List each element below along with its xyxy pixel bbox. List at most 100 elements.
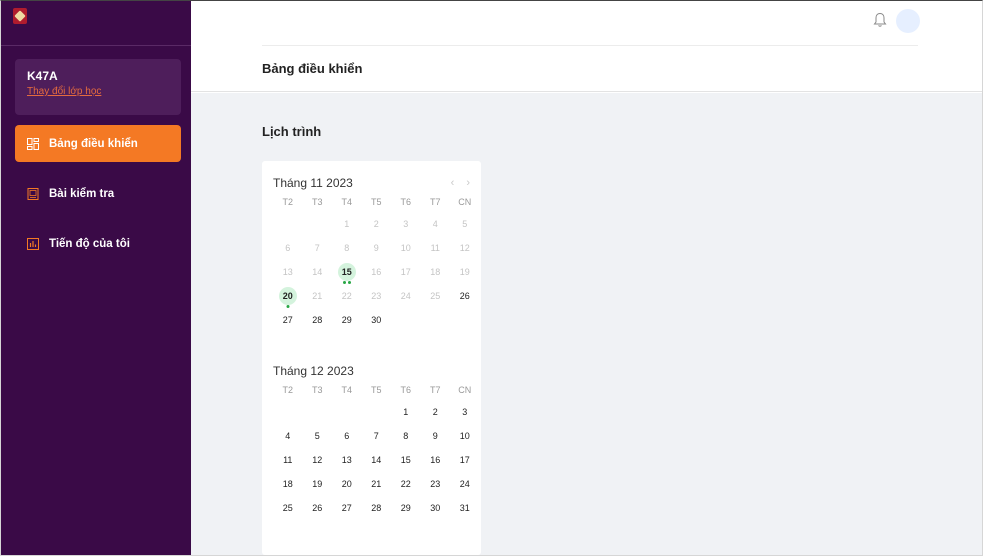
calendar-day[interactable]: 4 <box>421 212 451 236</box>
calendar-day[interactable]: 5 <box>450 212 480 236</box>
calendar-day[interactable]: 24 <box>391 284 421 308</box>
calendar-day[interactable]: 20 <box>273 284 303 308</box>
calendar-day[interactable]: 4 <box>273 424 303 448</box>
calendar-weekday: T4 <box>341 197 352 207</box>
calendar-day[interactable]: 25 <box>273 496 303 520</box>
calendar-day[interactable]: 15 <box>332 260 362 284</box>
schedule-calendar: Tháng 11 2023 ‹ › T2 T3 T4 T5 T6 T7 CN 1 2 3 4 5 6 7 8 9 10… <box>262 161 481 555</box>
sidebar-item-label: Bài kiểm tra <box>49 187 115 200</box>
calendar-day[interactable]: 9 <box>421 424 451 448</box>
calendar-day-number: 5 <box>314 431 320 441</box>
calendar-day[interactable]: 27 <box>332 496 362 520</box>
calendar-day[interactable]: 7 <box>303 236 333 260</box>
calendar-day[interactable]: 13 <box>273 260 303 284</box>
calendar-day[interactable]: 11 <box>273 448 303 472</box>
calendar-day[interactable]: 25 <box>421 284 451 308</box>
calendar-day[interactable]: 28 <box>303 308 333 332</box>
calendar-day-number: 6 <box>285 243 291 253</box>
calendar-day-number: 4 <box>285 431 291 441</box>
calendar-day[interactable]: 23 <box>421 472 451 496</box>
calendar-day-number: 19 <box>459 267 470 277</box>
calendar-empty-cell <box>303 212 333 236</box>
app-logo[interactable] <box>13 8 27 24</box>
calendar-day[interactable]: 18 <box>273 472 303 496</box>
calendar-day[interactable]: 6 <box>273 236 303 260</box>
calendar-day-number: 26 <box>459 291 470 301</box>
calendar-day[interactable]: 1 <box>332 212 362 236</box>
sidebar-item-progress[interactable]: Tiến độ của tôi <box>15 225 181 262</box>
calendar-day-number <box>279 215 297 233</box>
calendar-day[interactable]: 19 <box>450 260 480 284</box>
calendar-day[interactable]: 10 <box>391 236 421 260</box>
calendar-day[interactable]: 31 <box>450 496 480 520</box>
calendar-day-number: 30 <box>430 503 441 513</box>
calendar-day[interactable]: 29 <box>391 496 421 520</box>
calendar-grid: T2 T3 T4 T5 T6 T7 CN 1 2 3 4 5 6 7 8 9 10 11 12 13 14 15 16 17 1… <box>273 192 471 332</box>
calendar-day-number: 24 <box>400 291 411 301</box>
calendar-day[interactable]: 24 <box>450 472 480 496</box>
calendar-day[interactable]: 18 <box>421 260 451 284</box>
main-content: Lịch trình Tháng 11 2023 ‹ › T2 T3 T4 T5 T6 T7 CN… <box>191 93 982 555</box>
calendar-day[interactable]: 26 <box>450 284 480 308</box>
calendar-day-number: 8 <box>403 431 409 441</box>
calendar-day[interactable]: 10 <box>450 424 480 448</box>
calendar-grid: T2 T3 T4 T5 T6 T7 CN 1 2 3 4 5 6 7 8 9 10 11 12 13 14 15 16 17 1… <box>273 380 471 520</box>
calendar-weekday: CN <box>458 385 472 395</box>
calendar-day[interactable]: 15 <box>391 448 421 472</box>
calendar-day[interactable]: 20 <box>332 472 362 496</box>
calendar-day[interactable]: 21 <box>362 472 392 496</box>
calendar-month-header: Tháng 12 2023 <box>273 362 470 380</box>
calendar-day[interactable]: 30 <box>421 496 451 520</box>
calendar-day[interactable]: 23 <box>362 284 392 308</box>
calendar-day[interactable]: 8 <box>391 424 421 448</box>
calendar-day[interactable]: 6 <box>332 424 362 448</box>
calendar-day[interactable]: 2 <box>362 212 392 236</box>
calendar-day[interactable]: 17 <box>450 448 480 472</box>
calendar-day[interactable]: 5 <box>303 424 333 448</box>
calendar-day[interactable]: 9 <box>362 236 392 260</box>
calendar-day-number: 11 <box>430 243 440 253</box>
calendar-day-number: 12 <box>459 243 470 253</box>
bell-icon[interactable] <box>873 12 887 28</box>
calendar-day[interactable]: 27 <box>273 308 303 332</box>
calendar-day[interactable]: 12 <box>450 236 480 260</box>
calendar-empty-cell <box>362 400 392 424</box>
calendar-day[interactable]: 19 <box>303 472 333 496</box>
sidebar: K47A Thay đổi lớp học Bảng điều khiển Bà… <box>1 1 191 555</box>
calendar-day[interactable]: 14 <box>303 260 333 284</box>
calendar-day[interactable]: 16 <box>421 448 451 472</box>
calendar-day[interactable]: 3 <box>450 400 480 424</box>
calendar-day[interactable]: 26 <box>303 496 333 520</box>
calendar-day-number: 7 <box>314 243 320 253</box>
calendar-day[interactable]: 8 <box>332 236 362 260</box>
calendar-day-number: 3 <box>462 407 468 417</box>
calendar-day[interactable]: 7 <box>362 424 392 448</box>
calendar-day-number: 2 <box>373 219 379 229</box>
calendar-day[interactable]: 3 <box>391 212 421 236</box>
calendar-day[interactable]: 30 <box>362 308 392 332</box>
calendar-day[interactable]: 22 <box>332 284 362 308</box>
calendar-day[interactable]: 17 <box>391 260 421 284</box>
calendar-day[interactable]: 29 <box>332 308 362 332</box>
sidebar-item-dashboard[interactable]: Bảng điều khiển <box>15 125 181 162</box>
chevron-right-icon[interactable]: › <box>466 177 470 189</box>
calendar-day[interactable]: 28 <box>362 496 392 520</box>
calendar-day[interactable]: 12 <box>303 448 333 472</box>
avatar[interactable] <box>896 9 920 33</box>
change-class-link[interactable]: Thay đổi lớp học <box>27 86 169 97</box>
calendar-day[interactable]: 22 <box>391 472 421 496</box>
calendar-day[interactable]: 1 <box>391 400 421 424</box>
calendar-day-number: 20 <box>278 287 297 305</box>
calendar-day[interactable]: 2 <box>421 400 451 424</box>
calendar-day[interactable]: 13 <box>332 448 362 472</box>
calendar-day-number: 22 <box>400 479 411 489</box>
calendar-day-number: 24 <box>459 479 470 489</box>
chevron-left-icon[interactable]: ‹ <box>451 177 455 189</box>
calendar-day[interactable]: 16 <box>362 260 392 284</box>
calendar-day-number: 29 <box>400 503 411 513</box>
calendar-day[interactable]: 11 <box>421 236 451 260</box>
calendar-day[interactable]: 21 <box>303 284 333 308</box>
calendar-day[interactable]: 14 <box>362 448 392 472</box>
calendar-weekday: T5 <box>370 197 382 207</box>
sidebar-item-quiz[interactable]: Bài kiểm tra <box>15 175 181 212</box>
